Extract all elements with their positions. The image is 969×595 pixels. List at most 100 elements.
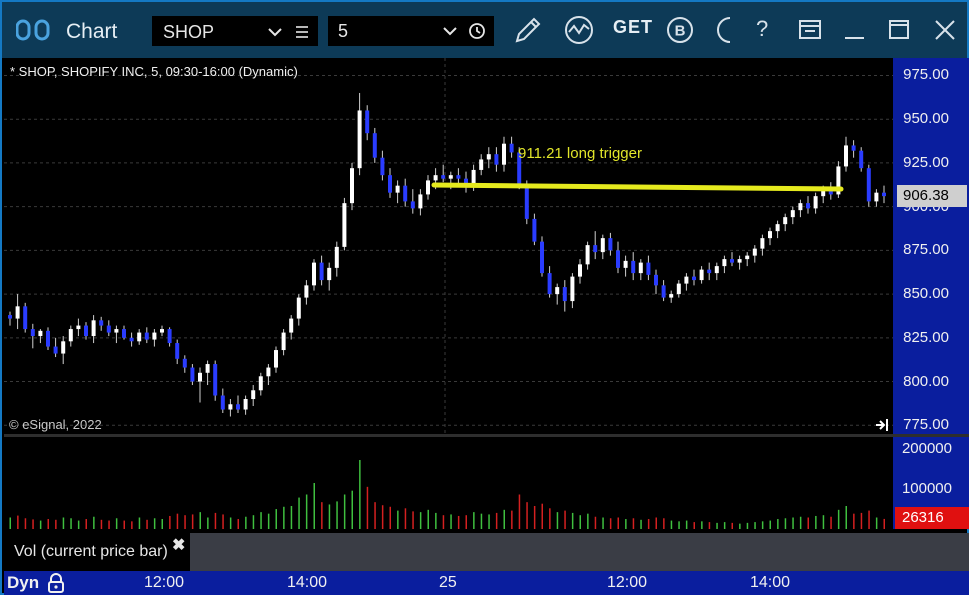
volume-bar: [465, 515, 467, 529]
volume-bar: [594, 516, 597, 529]
candle: [289, 315, 294, 340]
volume-bar: [115, 518, 118, 529]
candle: [631, 252, 636, 281]
candle: [882, 185, 886, 204]
volume-bar: [792, 517, 794, 529]
time-axis[interactable]: Dyn 12:00 14:00 25 12:00 14:00: [4, 571, 969, 595]
volume-bar: [564, 510, 566, 529]
dynamic-mode-label[interactable]: Dyn: [7, 573, 39, 593]
volume-bar: [875, 517, 878, 529]
candle: [699, 266, 704, 284]
volume-bar: [457, 515, 460, 529]
volume-bar: [374, 502, 376, 529]
candle: [296, 294, 301, 326]
candle: [562, 280, 567, 312]
volume-bar: [837, 509, 840, 529]
price-chart-area[interactable]: [4, 58, 893, 434]
volume-legend[interactable]: Vol (current price bar) ✖: [4, 533, 190, 571]
candle: [418, 189, 423, 216]
price-axis[interactable]: 975.00950.00925.00900.00875.00850.00825.…: [893, 58, 969, 434]
candle: [768, 227, 772, 246]
volume-bar: [343, 494, 346, 529]
volume-bar: [777, 519, 779, 529]
candle: [669, 290, 674, 303]
menu-icon[interactable]: [295, 25, 309, 39]
candle: [783, 213, 788, 232]
volume-bar: [526, 502, 528, 529]
volume-chart-area[interactable]: [4, 437, 893, 529]
candle: [99, 316, 104, 331]
volume-bar: [883, 518, 885, 529]
volume-bar: [275, 509, 277, 529]
candle: [851, 140, 856, 158]
volume-bar: [518, 494, 521, 529]
lock-icon[interactable]: [46, 572, 66, 594]
volume-bar: [108, 520, 110, 529]
window-icon[interactable]: [797, 14, 825, 46]
candle: [745, 252, 750, 267]
volume-bar: [746, 522, 749, 529]
candle: [502, 136, 506, 172]
close-icon[interactable]: [932, 14, 958, 46]
app-icon[interactable]: [16, 19, 52, 41]
volume-bar: [207, 517, 209, 529]
volume-bar: [17, 515, 19, 529]
candle: [68, 325, 73, 347]
volume-bar: [442, 515, 445, 529]
candle: [312, 259, 316, 291]
candle: [707, 262, 712, 281]
symbol-select[interactable]: SHOP: [152, 16, 318, 46]
volume-bar: [511, 510, 513, 529]
maximize-icon[interactable]: [886, 14, 912, 46]
volume-bar: [670, 520, 673, 529]
candle: [38, 329, 43, 344]
interval-select[interactable]: 5: [328, 16, 494, 46]
trigger-annotation[interactable]: 911.21 long trigger: [518, 145, 642, 162]
volume-bar: [853, 513, 855, 529]
study-icon[interactable]: [563, 14, 595, 46]
chart-window: Chart SHOP 5 GET B ? * SHOP, SHOPIFY INC…: [0, 0, 969, 595]
volume-bar: [495, 512, 498, 529]
candle: [866, 164, 871, 207]
time-tick-label: 25: [439, 574, 457, 591]
volume-bar: [351, 490, 353, 529]
moon-icon[interactable]: [710, 14, 738, 46]
help-icon[interactable]: ?: [756, 16, 768, 48]
volume-bar: [503, 509, 505, 529]
candle: [167, 327, 172, 347]
chevron-down-icon[interactable]: [267, 26, 283, 38]
candle: [760, 234, 765, 256]
volume-bar: [731, 522, 733, 529]
volume-bar: [184, 515, 186, 529]
candle: [730, 252, 734, 267]
volume-chart[interactable]: [4, 437, 893, 529]
candle: [53, 337, 58, 358]
price-chart[interactable]: [4, 58, 893, 434]
get-icon[interactable]: GET: [613, 17, 653, 38]
jump-to-end-icon[interactable]: [874, 418, 890, 432]
candle: [122, 325, 126, 340]
volume-tick-label: 100000: [901, 480, 952, 497]
price-tick-label: 875.00: [903, 241, 949, 259]
candle: [350, 162, 354, 211]
chevron-down-icon[interactable]: [442, 25, 458, 37]
volume-bar: [473, 512, 475, 529]
candle: [198, 367, 202, 403]
volume-bar: [146, 519, 148, 529]
candle: [334, 241, 339, 277]
pencil-icon[interactable]: [512, 14, 544, 46]
clock-icon[interactable]: [468, 22, 486, 40]
minimize-icon[interactable]: [842, 14, 868, 46]
candle: [91, 315, 96, 344]
candle: [684, 273, 689, 291]
volume-bar: [298, 497, 300, 529]
volume-bar: [70, 518, 72, 529]
volume-bar: [693, 522, 695, 529]
price-tick-label: 800.00: [903, 372, 949, 390]
trigger-line: [431, 182, 844, 192]
candle: [813, 192, 818, 214]
close-icon[interactable]: ✖: [172, 535, 185, 555]
b-circle-icon[interactable]: B: [664, 14, 696, 46]
price-tick-label: 950.00: [903, 110, 949, 128]
volume-bar: [571, 512, 574, 529]
